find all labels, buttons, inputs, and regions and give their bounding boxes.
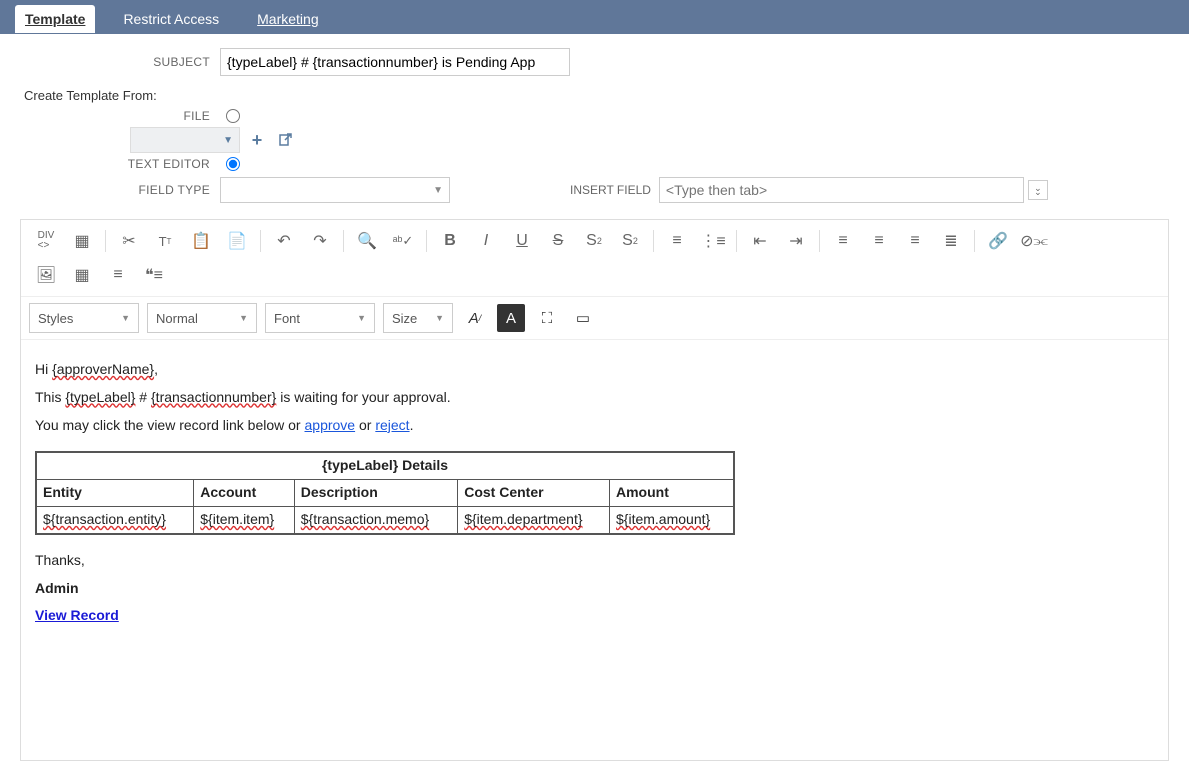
chevron-down-icon: ▼	[435, 313, 444, 323]
tab-restrict-access[interactable]: Restrict Access	[113, 5, 229, 33]
chevron-down-icon: ▼	[433, 185, 443, 196]
subject-input[interactable]	[220, 48, 570, 76]
table-title-row: {typeLabel} Details	[36, 452, 734, 479]
numbered-list-button[interactable]: ≡	[660, 226, 694, 256]
file-dropdown[interactable]: ▼	[130, 127, 240, 153]
chevron-down-icon: ▼	[239, 313, 248, 323]
text-editor-radio[interactable]	[226, 157, 240, 171]
font-select[interactable]: Font▼	[265, 303, 375, 333]
body-greeting: Hi {approverName},	[35, 358, 1154, 382]
separator	[974, 230, 975, 252]
align-right-button[interactable]: ≡	[898, 226, 932, 256]
indent-button[interactable]: ⇥	[779, 226, 813, 256]
toolbar-row-1: DIV<> ▦ ✂ TT 📋 📄 ↶ ↷ 🔍 ᵃᵇ✓ B I U S S2 S2…	[21, 220, 1168, 297]
editor-container: DIV<> ▦ ✂ TT 📋 📄 ↶ ↷ 🔍 ᵃᵇ✓ B I U S S2 S2…	[20, 219, 1169, 761]
unlink-button[interactable]: ⊘⫘	[1017, 226, 1051, 256]
find-button[interactable]: 🔍	[350, 226, 384, 256]
format-select[interactable]: Normal▼	[147, 303, 257, 333]
tab-marketing[interactable]: Marketing	[247, 5, 328, 33]
superscript-button[interactable]: S2	[613, 226, 647, 256]
tab-bar: Template Restrict Access Marketing	[0, 4, 1189, 34]
styles-select[interactable]: Styles▼	[29, 303, 139, 333]
size-select[interactable]: Size▼	[383, 303, 453, 333]
redo-button[interactable]: ↷	[303, 226, 337, 256]
toolbar-row-2: Styles▼ Normal▼ Font▼ Size▼ A/ A ⛶ ▭	[21, 297, 1168, 340]
bold-button[interactable]: B	[433, 226, 467, 256]
file-label: FILE	[20, 109, 220, 123]
form-area: SUBJECT Create Template From: FILE ▼ + T…	[0, 34, 1189, 213]
subject-label: SUBJECT	[20, 55, 220, 69]
outdent-button[interactable]: ⇤	[743, 226, 777, 256]
add-file-button[interactable]: +	[246, 129, 268, 151]
bg-color-button[interactable]: A	[497, 304, 525, 332]
separator	[343, 230, 344, 252]
chevron-down-icon: ⌄	[1034, 190, 1042, 194]
separator	[426, 230, 427, 252]
blockquote-button[interactable]: ❝≡	[137, 260, 171, 290]
chevron-down-icon: ▼	[357, 313, 366, 323]
source-button[interactable]: DIV<>	[29, 226, 63, 256]
align-justify-button[interactable]: ≣	[934, 226, 968, 256]
templates-button[interactable]: ▦	[65, 226, 99, 256]
undo-button[interactable]: ↶	[267, 226, 301, 256]
italic-button[interactable]: I	[469, 226, 503, 256]
align-center-button[interactable]: ≡	[862, 226, 896, 256]
body-thanks: Thanks,	[35, 549, 1154, 573]
details-table: {typeLabel} Details Entity Account Descr…	[35, 451, 735, 534]
body-line-3: You may click the view record link below…	[35, 414, 1154, 438]
align-left-button[interactable]: ≡	[826, 226, 860, 256]
view-record-link[interactable]: View Record	[35, 607, 119, 623]
underline-button[interactable]: U	[505, 226, 539, 256]
create-from-label: Create Template From:	[24, 88, 1169, 103]
cut-button[interactable]: ✂	[112, 226, 146, 256]
expand-button[interactable]: ⌄⌄	[1028, 180, 1048, 200]
body-signature: Admin	[35, 577, 1154, 601]
separator	[653, 230, 654, 252]
separator	[105, 230, 106, 252]
spellcheck-button[interactable]: ᵃᵇ✓	[386, 226, 420, 256]
subscript-button[interactable]: S2	[577, 226, 611, 256]
insert-field-label: INSERT FIELD	[570, 183, 651, 197]
text-color-button[interactable]: A/	[461, 304, 489, 332]
body-line-2: This {typeLabel} # {transactionnumber} i…	[35, 386, 1154, 410]
line-height-button[interactable]: ≡	[101, 260, 135, 290]
tab-template[interactable]: Template	[15, 5, 95, 33]
editor-content[interactable]: Hi {approverName}, This {typeLabel} # {t…	[21, 340, 1168, 760]
field-type-select[interactable]: ▼	[220, 177, 450, 203]
file-radio[interactable]	[226, 109, 240, 123]
chevron-down-icon: ▼	[121, 313, 130, 323]
table-data-row: ${transaction.entity} ${item.item} ${tra…	[36, 506, 734, 533]
text-editor-label: TEXT EDITOR	[20, 157, 220, 171]
popout-icon	[277, 132, 293, 148]
open-file-button[interactable]	[274, 129, 296, 151]
bullet-list-button[interactable]: ⋮≡	[696, 226, 730, 256]
remove-format-button[interactable]: TT	[148, 226, 182, 256]
paste-button[interactable]: 📄	[220, 226, 254, 256]
separator	[736, 230, 737, 252]
reject-link[interactable]: reject	[375, 417, 409, 433]
maximize-button[interactable]: ⛶	[533, 304, 561, 332]
table-header-row: Entity Account Description Cost Center A…	[36, 480, 734, 507]
image-button[interactable]: 🖼	[29, 260, 63, 290]
separator	[819, 230, 820, 252]
separator	[260, 230, 261, 252]
link-button[interactable]: 🔗	[981, 226, 1015, 256]
approve-link[interactable]: approve	[305, 417, 356, 433]
copy-button[interactable]: 📋	[184, 226, 218, 256]
chevron-down-icon: ▼	[223, 135, 233, 146]
insert-field-input[interactable]	[659, 177, 1024, 203]
show-blocks-button[interactable]: ▭	[569, 304, 597, 332]
table-button[interactable]: ▦	[65, 260, 99, 290]
strike-button[interactable]: S	[541, 226, 575, 256]
field-type-label: FIELD TYPE	[20, 183, 220, 197]
